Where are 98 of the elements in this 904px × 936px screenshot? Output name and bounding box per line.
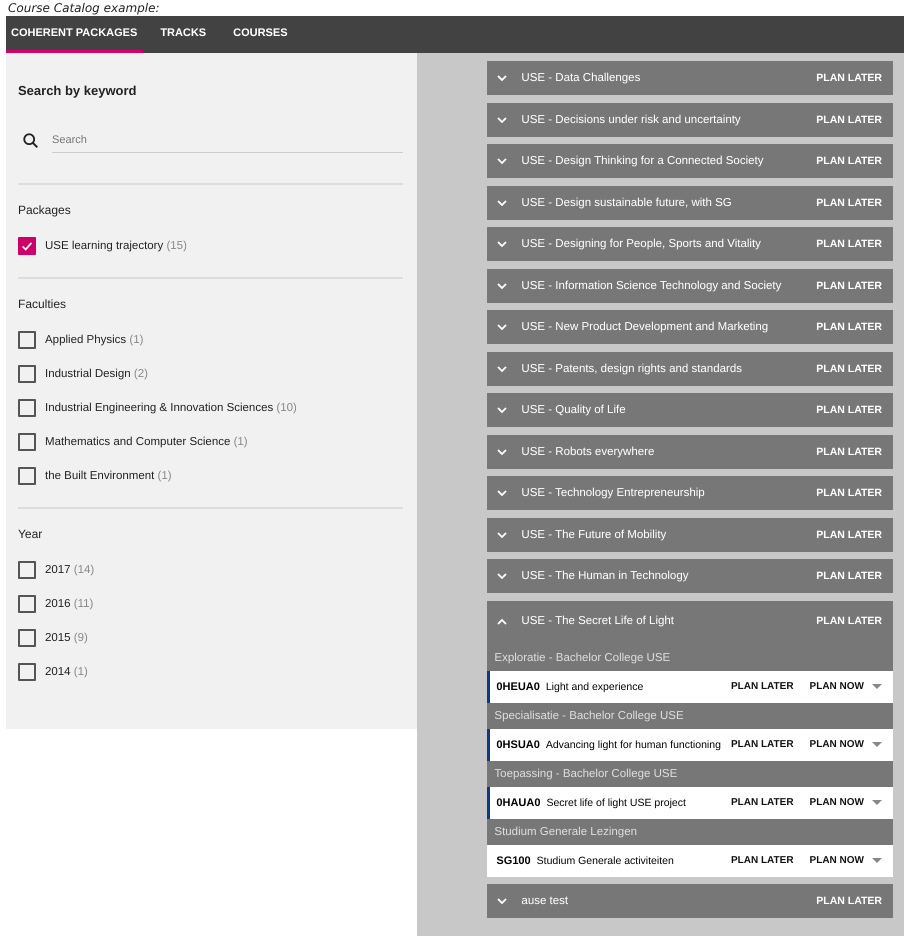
filter-heading: Year <box>18 527 44 541</box>
caret-icon[interactable] <box>872 742 882 748</box>
plan-now-button[interactable]: PLAN NOW <box>810 681 864 692</box>
plan-later-button[interactable]: PLAN LATER <box>730 739 794 750</box>
filter-heading: Packages <box>18 203 72 217</box>
plan-later-button[interactable]: PLAN LATER <box>816 528 882 540</box>
checkbox[interactable] <box>18 399 36 417</box>
page-caption: Course Catalog example: <box>7 0 161 16</box>
plan-later-button[interactable]: PLAN LATER <box>816 487 882 499</box>
package-title[interactable]: USE - Data Challenges <box>521 72 816 84</box>
plan-later-button[interactable]: PLAN LATER <box>816 446 882 458</box>
chevron-down-icon[interactable] <box>497 282 508 288</box>
group-heading: Specialisatie - Bachelor College USE <box>493 708 685 724</box>
chevron-down-icon[interactable] <box>497 448 508 454</box>
search-title: Search by keyword <box>18 83 138 98</box>
search-icon <box>22 132 40 150</box>
filter-label[interactable]: 2015 (9) <box>45 632 88 644</box>
plan-later-button[interactable]: PLAN LATER <box>816 895 882 907</box>
course-name[interactable]: Studium Generale activiteiten <box>536 854 721 866</box>
chevron-down-icon[interactable] <box>497 324 508 330</box>
plan-later-button[interactable]: PLAN LATER <box>816 196 882 208</box>
package-title[interactable]: USE - Design Thinking for a Connected Society <box>521 155 816 167</box>
checkbox[interactable] <box>18 663 36 681</box>
checkbox[interactable] <box>18 467 36 485</box>
chevron-down-icon[interactable] <box>497 158 508 164</box>
checkbox[interactable] <box>18 629 36 647</box>
chevron-up-icon[interactable] <box>497 618 508 624</box>
course-code: 0HEUA0 <box>496 680 540 692</box>
filter-label[interactable]: Industrial Engineering & Innovation Sciences (10) <box>45 402 297 414</box>
plan-later-button[interactable]: PLAN LATER <box>816 404 882 416</box>
plan-now-button[interactable]: PLAN NOW <box>810 739 864 750</box>
course-name[interactable]: Secret life of light USE project <box>546 796 721 808</box>
plan-later-button[interactable]: PLAN LATER <box>816 114 882 126</box>
group-heading: Studium Generale Lezingen <box>493 824 638 840</box>
package-title[interactable]: USE - Decisions under risk and uncertainty <box>521 114 816 126</box>
filter-label[interactable]: Industrial Design (2) <box>45 368 148 380</box>
package-title[interactable]: USE - Robots everywhere <box>521 446 816 458</box>
chevron-down-icon[interactable] <box>497 200 508 206</box>
checkbox[interactable] <box>18 365 36 383</box>
group-heading: Exploratie - Bachelor College USE <box>493 650 672 666</box>
plan-now-button[interactable]: PLAN NOW <box>810 855 864 866</box>
chevron-down-icon[interactable] <box>497 241 508 247</box>
chevron-down-icon[interactable] <box>497 573 508 579</box>
plan-later-button[interactable]: PLAN LATER <box>816 570 882 582</box>
package-title[interactable]: USE - Quality of Life <box>521 404 816 416</box>
package-title[interactable]: USE - Information Science Technology and Society <box>521 280 816 292</box>
chevron-down-icon[interactable] <box>497 490 508 496</box>
course-name[interactable]: Light and experience <box>546 680 721 692</box>
package-title[interactable]: USE - Technology Entrepreneurship <box>521 487 816 499</box>
checkbox[interactable] <box>18 561 36 579</box>
checkbox[interactable] <box>18 237 36 255</box>
course-name[interactable]: Advancing light for human functioning <box>546 738 721 750</box>
tab[interactable]: TRACKS <box>155 16 212 53</box>
caret-icon[interactable] <box>872 684 882 690</box>
course-code: 0HAUA0 <box>496 796 540 808</box>
checkbox[interactable] <box>18 331 36 349</box>
chevron-down-icon[interactable] <box>497 116 508 122</box>
filter-label[interactable]: Mathematics and Computer Science (1) <box>45 436 248 448</box>
filter-heading: Faculties <box>18 297 68 311</box>
course-code: SG100 <box>496 854 531 866</box>
filter-label[interactable]: 2016 (11) <box>45 598 94 610</box>
filter-label[interactable]: 2014 (1) <box>45 666 88 678</box>
chevron-down-icon[interactable] <box>497 407 508 413</box>
group-heading: Toepassing - Bachelor College USE <box>493 766 678 782</box>
filter-label[interactable]: the Built Environment (1) <box>45 470 172 482</box>
checkbox[interactable] <box>18 433 36 451</box>
package-title[interactable]: USE - Patents, design rights and standards <box>521 362 816 374</box>
plan-later-button[interactable]: PLAN LATER <box>816 155 882 167</box>
checkbox[interactable] <box>18 595 36 613</box>
course-code: 0HSUA0 <box>496 738 540 750</box>
chevron-down-icon[interactable] <box>497 898 508 904</box>
plan-later-button[interactable]: PLAN LATER <box>816 238 882 250</box>
plan-now-button[interactable]: PLAN NOW <box>810 797 864 808</box>
filter-label[interactable]: 2017 (14) <box>45 564 94 576</box>
package-title[interactable]: USE - The Secret Life of Light <box>521 614 816 626</box>
package-title[interactable]: USE - Designing for People, Sports and Vitality <box>521 238 816 250</box>
caret-icon[interactable] <box>872 800 882 806</box>
caret-icon[interactable] <box>872 858 882 864</box>
plan-later-button[interactable]: PLAN LATER <box>730 855 794 866</box>
package-title[interactable]: ause test <box>521 895 816 907</box>
filter-label[interactable]: USE learning trajectory (15) <box>45 240 187 252</box>
plan-later-button[interactable]: PLAN LATER <box>816 321 882 333</box>
plan-later-button[interactable]: PLAN LATER <box>816 614 882 626</box>
chevron-down-icon[interactable] <box>497 532 508 538</box>
plan-later-button[interactable]: PLAN LATER <box>730 797 794 808</box>
package-title[interactable]: USE - The Future of Mobility <box>521 528 816 540</box>
package-title[interactable]: USE - Design sustainable future, with SG <box>521 196 816 208</box>
plan-later-button[interactable]: PLAN LATER <box>816 362 882 374</box>
plan-later-button[interactable]: PLAN LATER <box>816 280 882 292</box>
plan-later-button[interactable]: PLAN LATER <box>730 681 794 692</box>
filter-label[interactable]: Applied Physics (1) <box>45 334 144 346</box>
search-field[interactable]: Search <box>52 128 404 153</box>
chevron-down-icon[interactable] <box>497 75 508 81</box>
chevron-down-icon[interactable] <box>497 366 508 372</box>
plan-later-button[interactable]: PLAN LATER <box>816 72 882 84</box>
tab[interactable]: COURSES <box>228 16 294 53</box>
package-title[interactable]: USE - New Product Development and Marketing <box>521 321 816 333</box>
package-title[interactable]: USE - The Human in Technology <box>521 570 816 582</box>
